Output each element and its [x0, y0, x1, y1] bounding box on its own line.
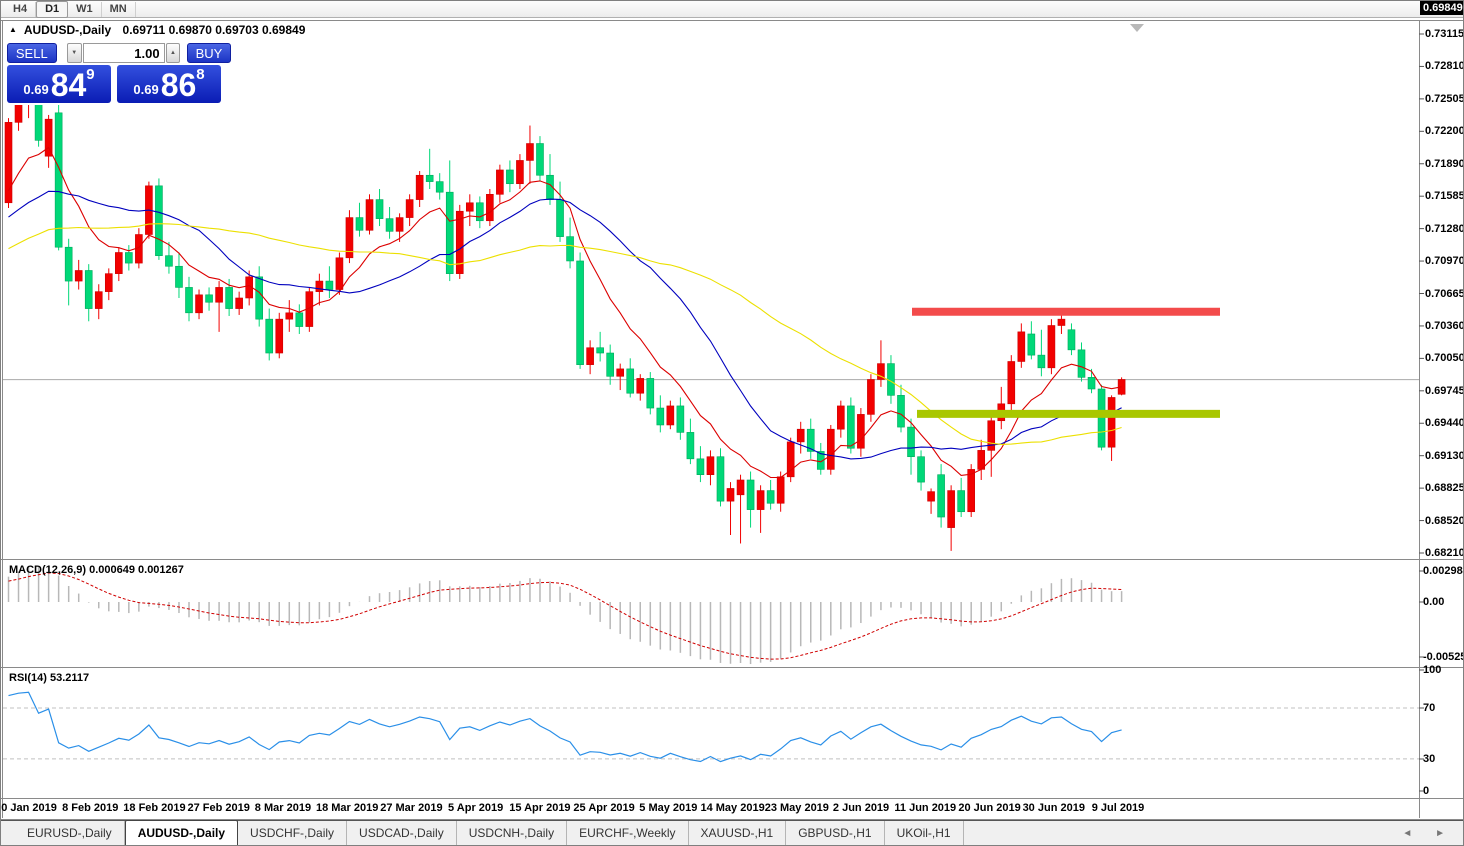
lot-size-input[interactable]: [82, 43, 165, 63]
sell-button[interactable]: SELL: [7, 43, 57, 63]
trade-panel-controls: SELL ▼ ▲ BUY: [7, 43, 231, 63]
one-click-trading-panel: SELL ▼ ▲ BUY 0.69 84 9 0.69 86 8: [7, 41, 231, 105]
symbol-timeframe-label: AUDUSD-,Daily: [23, 23, 112, 37]
buy-price-prefix: 0.69: [133, 82, 159, 97]
sell-price-prefix: 0.69: [23, 82, 49, 97]
sell-price-display[interactable]: 0.69 84 9: [7, 65, 111, 103]
sell-price-pip-digit: 9: [86, 66, 95, 83]
chart-shift-marker-icon: [1130, 24, 1144, 32]
chart-canvas[interactable]: [1, 1, 1464, 846]
rsi-label: RSI(14) 53.2117: [9, 672, 90, 684]
buy-button[interactable]: BUY: [186, 43, 231, 63]
buy-price-display[interactable]: 0.69 86 8: [117, 65, 221, 103]
tab-scroll-left-icon[interactable]: ◄: [1402, 828, 1422, 839]
buy-price-pip-digit: 8: [196, 66, 205, 83]
terminal-window: H4 D1 W1 MN ▲ AUDUSD-,Daily 0.69711 0.69870…: [0, 0, 1464, 846]
lot-increase-button[interactable]: ▲: [165, 43, 181, 63]
chart-title: ▲ AUDUSD-,Daily 0.69711 0.69870 0.69703 …: [9, 23, 305, 37]
tab-scroll-right-icon[interactable]: ►: [1435, 828, 1455, 839]
tab-scroll-arrows: ◄ ►: [1402, 828, 1455, 839]
lot-decrease-button[interactable]: ▼: [66, 43, 82, 63]
buy-price-big-digits: 86: [160, 67, 197, 103]
sell-price-big-digits: 84: [50, 67, 87, 103]
current-price-badge: 0.69849: [1420, 1, 1463, 15]
collapse-panel-icon[interactable]: ▲: [9, 25, 17, 34]
ohlc-quote-text: 0.69711 0.69870 0.69703 0.69849: [122, 23, 306, 37]
macd-label: MACD(12,26,9) 0.000649 0.001267: [9, 564, 184, 576]
